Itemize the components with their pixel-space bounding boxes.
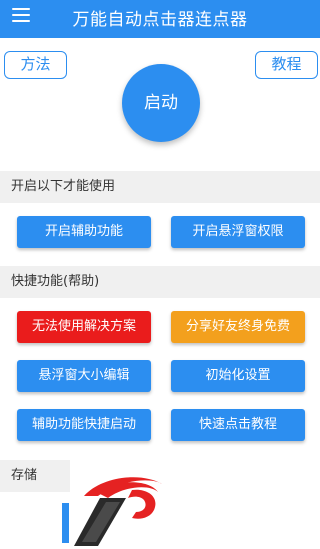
enable-overlay-permission-button[interactable]: 开启悬浮窗权限 — [171, 216, 305, 248]
quick-click-tutorial-button[interactable]: 快速点击教程 — [171, 409, 305, 441]
section-header-storage: 存储 — [0, 460, 70, 492]
share-lifetime-free-button[interactable]: 分享好友终身免费 — [171, 311, 305, 343]
overlay-size-edit-button[interactable]: 悬浮窗大小编辑 — [17, 360, 151, 392]
app-title: 万能自动点击器连点器 — [72, 10, 248, 30]
app-root: 万能自动点击器连点器 方法 教程 启动 开启以下才能使用 开启辅助功能 开启悬浮… — [0, 0, 320, 549]
section-header-shortcuts: 快捷功能(帮助) — [0, 266, 320, 298]
watermark-logo — [74, 477, 162, 546]
enable-accessibility-button[interactable]: 开启辅助功能 — [17, 216, 151, 248]
accessibility-quick-start-button[interactable]: 辅助功能快捷启动 — [17, 409, 151, 441]
app-bar: 万能自动点击器连点器 — [0, 0, 320, 38]
cannot-use-solution-button[interactable]: 无法使用解决方案 — [17, 311, 151, 343]
initialize-settings-button[interactable]: 初始化设置 — [171, 360, 305, 392]
start-button[interactable]: 启动 — [122, 64, 200, 142]
method-button[interactable]: 方法 — [4, 51, 67, 79]
section-header-prerequisites: 开启以下才能使用 — [0, 171, 320, 203]
tutorial-button[interactable]: 教程 — [255, 51, 318, 79]
